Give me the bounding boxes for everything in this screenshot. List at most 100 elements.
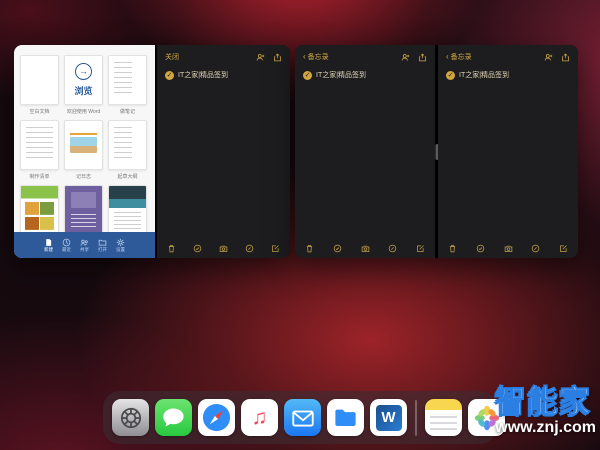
- add-people-icon[interactable]: [401, 53, 410, 62]
- notes-header: ‹ 备忘录: [438, 45, 578, 62]
- template-outline[interactable]: 起草大纲: [108, 120, 147, 180]
- markup-icon[interactable]: [245, 244, 254, 253]
- template-label: 欢迎使用 Word: [66, 109, 101, 115]
- word-app-pane[interactable]: 空白文档 → 浏览 欢迎使用 Word 做笔记 制作清单 记日志 起草大纲 新建…: [14, 45, 155, 258]
- checklist-item[interactable]: ✓ IT之家|精品签到: [165, 70, 282, 80]
- safari-app-icon[interactable]: [198, 399, 235, 436]
- checked-circle-icon[interactable]: ✓: [303, 70, 312, 80]
- word-tab-open[interactable]: 打开: [98, 238, 107, 253]
- photo-thumbnail: [70, 137, 97, 153]
- word-tab-shared[interactable]: 共享: [80, 238, 89, 253]
- word-tab-settings[interactable]: 设置: [116, 238, 125, 253]
- add-people-icon[interactable]: [544, 53, 553, 62]
- add-people-icon[interactable]: [256, 53, 265, 62]
- gear-icon: [116, 238, 125, 246]
- camera-icon[interactable]: [361, 244, 370, 253]
- template-label: 做笔记: [119, 109, 135, 115]
- template-journal[interactable]: 记日志: [64, 120, 103, 180]
- template-make-list[interactable]: 制作清单: [20, 120, 59, 180]
- notes-toolbar: [157, 238, 290, 258]
- markup-icon[interactable]: [388, 244, 397, 253]
- music-app-icon[interactable]: ♫: [241, 399, 278, 436]
- settings-app-icon[interactable]: [112, 399, 149, 436]
- speech-bubble-icon: [163, 408, 184, 427]
- notes-toolbar: [295, 238, 435, 258]
- notepad-line: [430, 416, 457, 418]
- share-icon[interactable]: [561, 53, 570, 62]
- template-label: 制作清单: [29, 174, 50, 180]
- site-watermark: 智能家 www.znj.com: [495, 386, 596, 436]
- notes-back-button[interactable]: ‹ 备忘录: [446, 52, 472, 62]
- template-card: [20, 185, 59, 235]
- watermark-url: www.znj.com: [495, 419, 596, 436]
- word-letter: W: [375, 404, 402, 431]
- template-blank-document[interactable]: 空白文档: [20, 55, 59, 115]
- template-photo-cover[interactable]: [108, 185, 147, 235]
- template-card: → 浏览: [64, 55, 103, 105]
- checked-circle-icon[interactable]: ✓: [446, 70, 455, 80]
- template-take-notes[interactable]: 做笔记: [108, 55, 147, 115]
- notes-toolbar: [438, 238, 578, 258]
- trash-icon[interactable]: [167, 244, 176, 253]
- compose-icon[interactable]: [559, 244, 568, 253]
- compose-icon[interactable]: [416, 244, 425, 253]
- files-app-icon[interactable]: [327, 399, 364, 436]
- trash-icon[interactable]: [448, 244, 457, 253]
- word-tab-bar: 新建 最近 共享 打开 设置: [14, 232, 155, 258]
- share-icon[interactable]: [418, 53, 427, 62]
- notes-pane-compact[interactable]: 关闭 ✓ IT之家|精品签到: [157, 45, 290, 258]
- notes-pane-right[interactable]: ‹ 备忘录 ✓ IT之家|精品签到: [438, 45, 578, 258]
- messages-app-icon[interactable]: [155, 399, 192, 436]
- notepad-line: [430, 422, 457, 424]
- expose-window-notes-notes[interactable]: ‹ 备忘录 ✓ IT之家|精品签到 ‹ 备忘录 ✓ IT之家|精品签到: [295, 45, 578, 258]
- people-icon: [80, 239, 88, 246]
- music-note-icon: ♫: [251, 405, 268, 429]
- back-chevron-icon: ‹: [446, 52, 449, 61]
- word-app-icon[interactable]: W: [370, 399, 407, 436]
- dock: ♫ W: [103, 391, 505, 444]
- document-icon: [46, 238, 52, 246]
- watermark-title: 智能家: [495, 384, 592, 419]
- notes-app-icon[interactable]: [425, 399, 462, 436]
- envelope-icon: [291, 410, 314, 427]
- word-tab-recent[interactable]: 最近: [62, 238, 71, 253]
- template-welcome-word[interactable]: → 浏览 欢迎使用 Word: [64, 55, 103, 115]
- word-template-row-3: [14, 185, 155, 235]
- template-green-cover[interactable]: [20, 185, 59, 235]
- notepad-line: [430, 428, 457, 430]
- expose-window-word-notes[interactable]: 空白文档 → 浏览 欢迎使用 Word 做笔记 制作清单 记日志 起草大纲 新建…: [14, 45, 290, 258]
- clock-icon: [62, 238, 71, 246]
- compass-icon: [202, 403, 231, 432]
- template-card: [64, 120, 103, 170]
- word-tab-new[interactable]: 新建: [44, 238, 53, 253]
- ipad-app-expose-screen: 空白文档 → 浏览 欢迎使用 Word 做笔记 制作清单 记日志 起草大纲 新建…: [0, 0, 600, 450]
- template-label: 空白文档: [29, 109, 50, 115]
- gear-icon: [120, 407, 141, 428]
- checklist-item[interactable]: ✓ IT之家|精品签到: [446, 70, 570, 80]
- word-template-row-2: 制作清单 记日志 起草大纲: [14, 120, 155, 180]
- notes-close-button[interactable]: 关闭: [165, 52, 179, 62]
- camera-icon[interactable]: [219, 244, 228, 253]
- notes-back-button[interactable]: ‹ 备忘录: [303, 52, 329, 62]
- folder-icon: [98, 239, 107, 246]
- trash-icon[interactable]: [305, 244, 314, 253]
- checklist-icon[interactable]: [476, 244, 485, 253]
- template-card: [20, 55, 59, 105]
- template-card: [108, 120, 147, 170]
- back-chevron-icon: ‹: [303, 52, 306, 61]
- markup-icon[interactable]: [531, 244, 540, 253]
- template-purple-cover[interactable]: [64, 185, 103, 235]
- share-icon[interactable]: [273, 53, 282, 62]
- checklist-item[interactable]: ✓ IT之家|精品签到: [303, 70, 427, 80]
- camera-icon[interactable]: [504, 244, 513, 253]
- word-template-row-1: 空白文档 → 浏览 欢迎使用 Word 做笔记: [14, 55, 155, 115]
- checklist-icon[interactable]: [333, 244, 342, 253]
- mail-app-icon[interactable]: [284, 399, 321, 436]
- template-card: [20, 120, 59, 170]
- checklist-icon[interactable]: [193, 244, 202, 253]
- notes-pane-left[interactable]: ‹ 备忘录 ✓ IT之家|精品签到: [295, 45, 435, 258]
- template-label: 记日志: [75, 174, 91, 180]
- compose-icon[interactable]: [271, 244, 280, 253]
- notes-header: 关闭: [157, 45, 290, 62]
- checked-circle-icon[interactable]: ✓: [165, 70, 174, 80]
